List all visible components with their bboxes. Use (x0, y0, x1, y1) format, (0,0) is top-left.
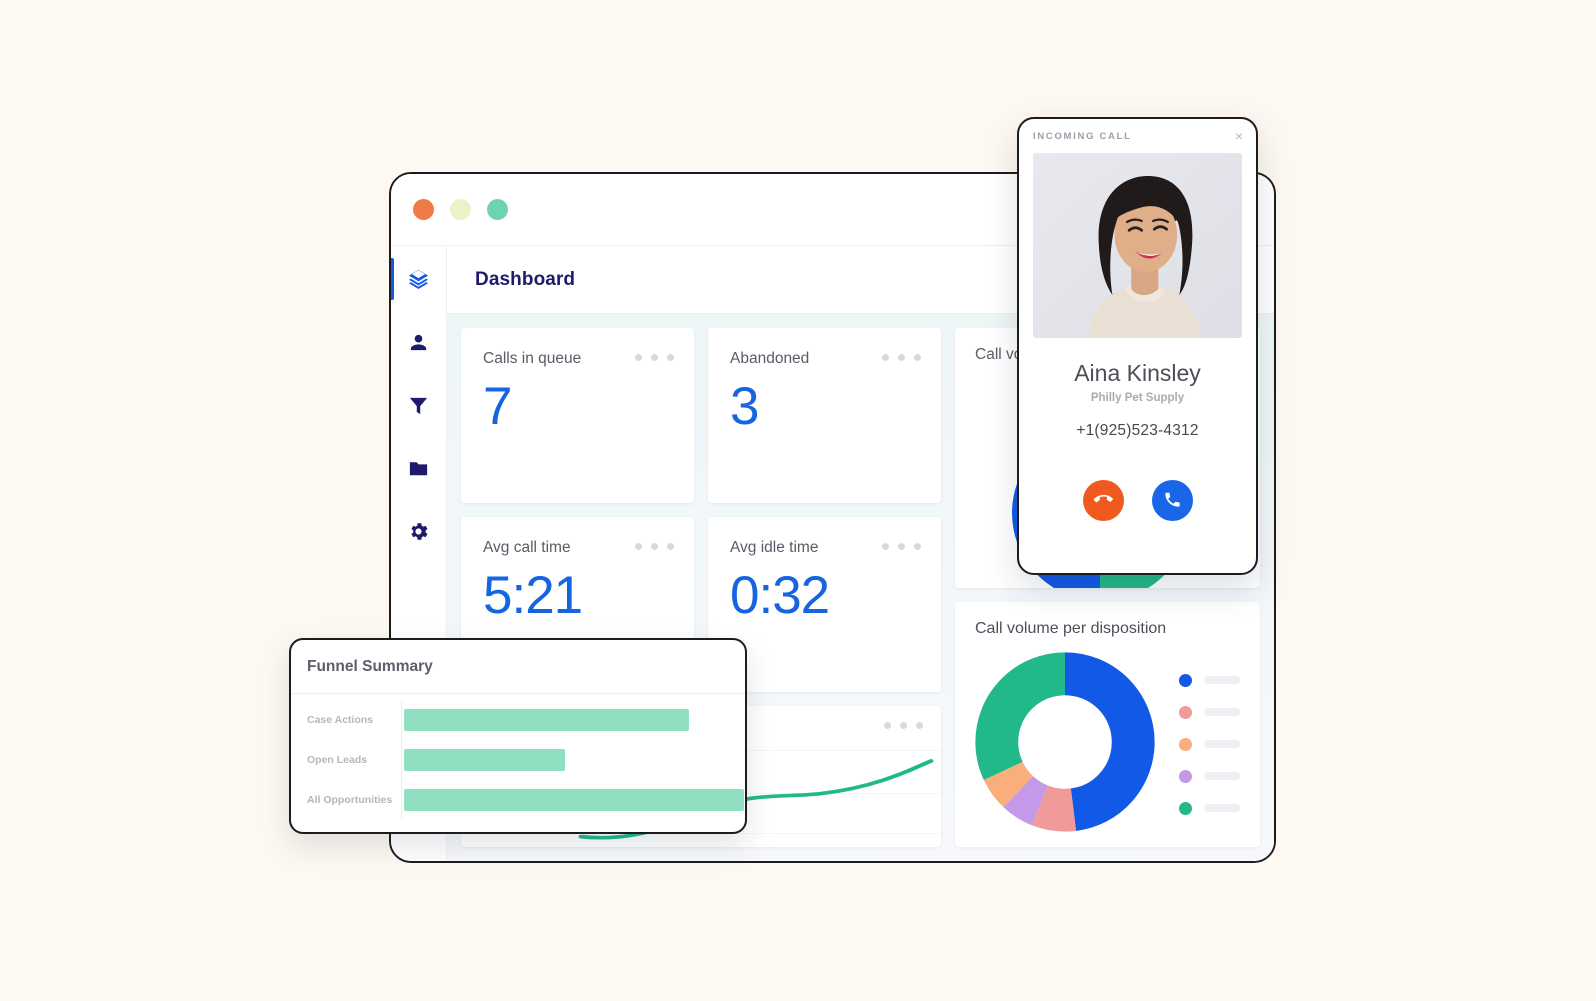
window-maximize-dot[interactable] (487, 199, 508, 220)
phone-hangup-icon (1093, 490, 1113, 512)
funnel-bar (404, 789, 744, 811)
sidebar-item-dashboard[interactable] (391, 258, 447, 300)
funnel-bar (404, 709, 689, 731)
funnel-summary-header: Funnel Summary (291, 640, 745, 694)
kpi-value: 3 (730, 377, 759, 436)
donut-chart-body (975, 652, 1240, 832)
funnel-row[interactable]: Case Actions (291, 700, 745, 740)
incoming-call-header: INCOMING CALL × (1019, 119, 1256, 153)
screenshot-root: Dashboard Calls in queue 7 Abandoned 3 A… (0, 0, 1596, 1001)
sidebar-item-files[interactable] (391, 451, 447, 485)
legend-label-placeholder (1204, 708, 1240, 716)
funnel-row[interactable]: Open Leads (291, 740, 745, 780)
sidebar-item-contacts[interactable] (391, 325, 447, 359)
funnel-row-label: All Opportunities (307, 794, 393, 806)
incoming-call-kicker: INCOMING CALL (1033, 130, 1132, 142)
legend-dot-purple (1179, 769, 1192, 783)
kpi-row-top: Calls in queue 7 Abandoned 3 (461, 328, 941, 503)
donut-chart-title: Call volume per disposition (975, 620, 1167, 637)
phone-icon (1163, 490, 1182, 512)
legend-item[interactable] (1179, 705, 1240, 719)
funnel-bar (404, 749, 566, 771)
accept-call-button[interactable] (1151, 480, 1193, 521)
page-title: Dashboard (475, 268, 576, 290)
kebab-menu-icon[interactable] (635, 354, 674, 361)
caller-phone-number: +1(925)523-4312 (1076, 422, 1199, 439)
decline-call-button[interactable] (1082, 480, 1124, 521)
call-action-buttons (1019, 480, 1256, 521)
call-volume-per-disposition-card[interactable]: Call volume per disposition (955, 602, 1260, 847)
legend-item[interactable] (1179, 769, 1240, 783)
kpi-card-calls-in-queue[interactable]: Calls in queue 7 (461, 328, 694, 503)
funnel-summary-rows: Case Actions Open Leads All Opportunitie… (291, 694, 745, 820)
kebab-menu-icon[interactable] (882, 543, 921, 550)
sidebar-item-settings[interactable] (391, 514, 447, 548)
avatar-illustration (1033, 153, 1242, 338)
caller-name: Aina Kinsley (1074, 360, 1201, 386)
funnel-row-label: Case Actions (307, 714, 374, 726)
funnel-row-track (401, 700, 745, 740)
sidebar-item-filters[interactable] (391, 388, 447, 422)
gear-icon (407, 520, 430, 543)
window-minimize-dot[interactable] (450, 199, 471, 220)
funnel-summary-panel: Funnel Summary Case Actions Open Leads A… (289, 638, 747, 834)
kpi-card-abandoned[interactable]: Abandoned 3 (708, 328, 941, 503)
layers-icon (407, 268, 430, 291)
legend-item[interactable] (1179, 801, 1240, 815)
legend-dot-blue (1179, 673, 1192, 687)
close-icon[interactable]: × (1235, 129, 1243, 143)
legend-label-placeholder (1204, 804, 1240, 812)
legend-dot-orange (1179, 737, 1192, 751)
folder-icon (407, 457, 430, 480)
funnel-summary-title: Funnel Summary (307, 657, 433, 675)
kebab-menu-icon[interactable] (882, 354, 921, 361)
funnel-row[interactable]: All Opportunities (291, 780, 745, 820)
person-icon (407, 331, 430, 354)
legend-label-placeholder (1204, 740, 1240, 748)
funnel-icon (407, 394, 430, 417)
kebab-menu-icon[interactable] (635, 543, 674, 550)
legend-dot-green (1179, 801, 1192, 815)
legend-dot-pink (1179, 705, 1192, 719)
legend-label-placeholder (1204, 676, 1240, 684)
window-close-dot[interactable] (413, 199, 434, 220)
funnel-row-track (401, 780, 745, 820)
caller-company: Philly Pet Supply (1090, 392, 1185, 404)
incoming-call-popup: INCOMING CALL × Aina Kinsley Philly Pet … (1017, 117, 1258, 575)
disposition-donut-chart (975, 652, 1155, 832)
funnel-row-track (401, 740, 745, 780)
legend-label-placeholder (1204, 772, 1240, 780)
kpi-value: 7 (483, 377, 512, 436)
kpi-value: 5:21 (483, 566, 583, 625)
caller-avatar (1033, 153, 1242, 338)
donut-legend (1179, 670, 1240, 815)
legend-item[interactable] (1179, 737, 1240, 751)
legend-item[interactable] (1179, 673, 1240, 687)
kpi-value: 0:32 (730, 566, 830, 625)
funnel-row-label: Open Leads (307, 754, 368, 766)
